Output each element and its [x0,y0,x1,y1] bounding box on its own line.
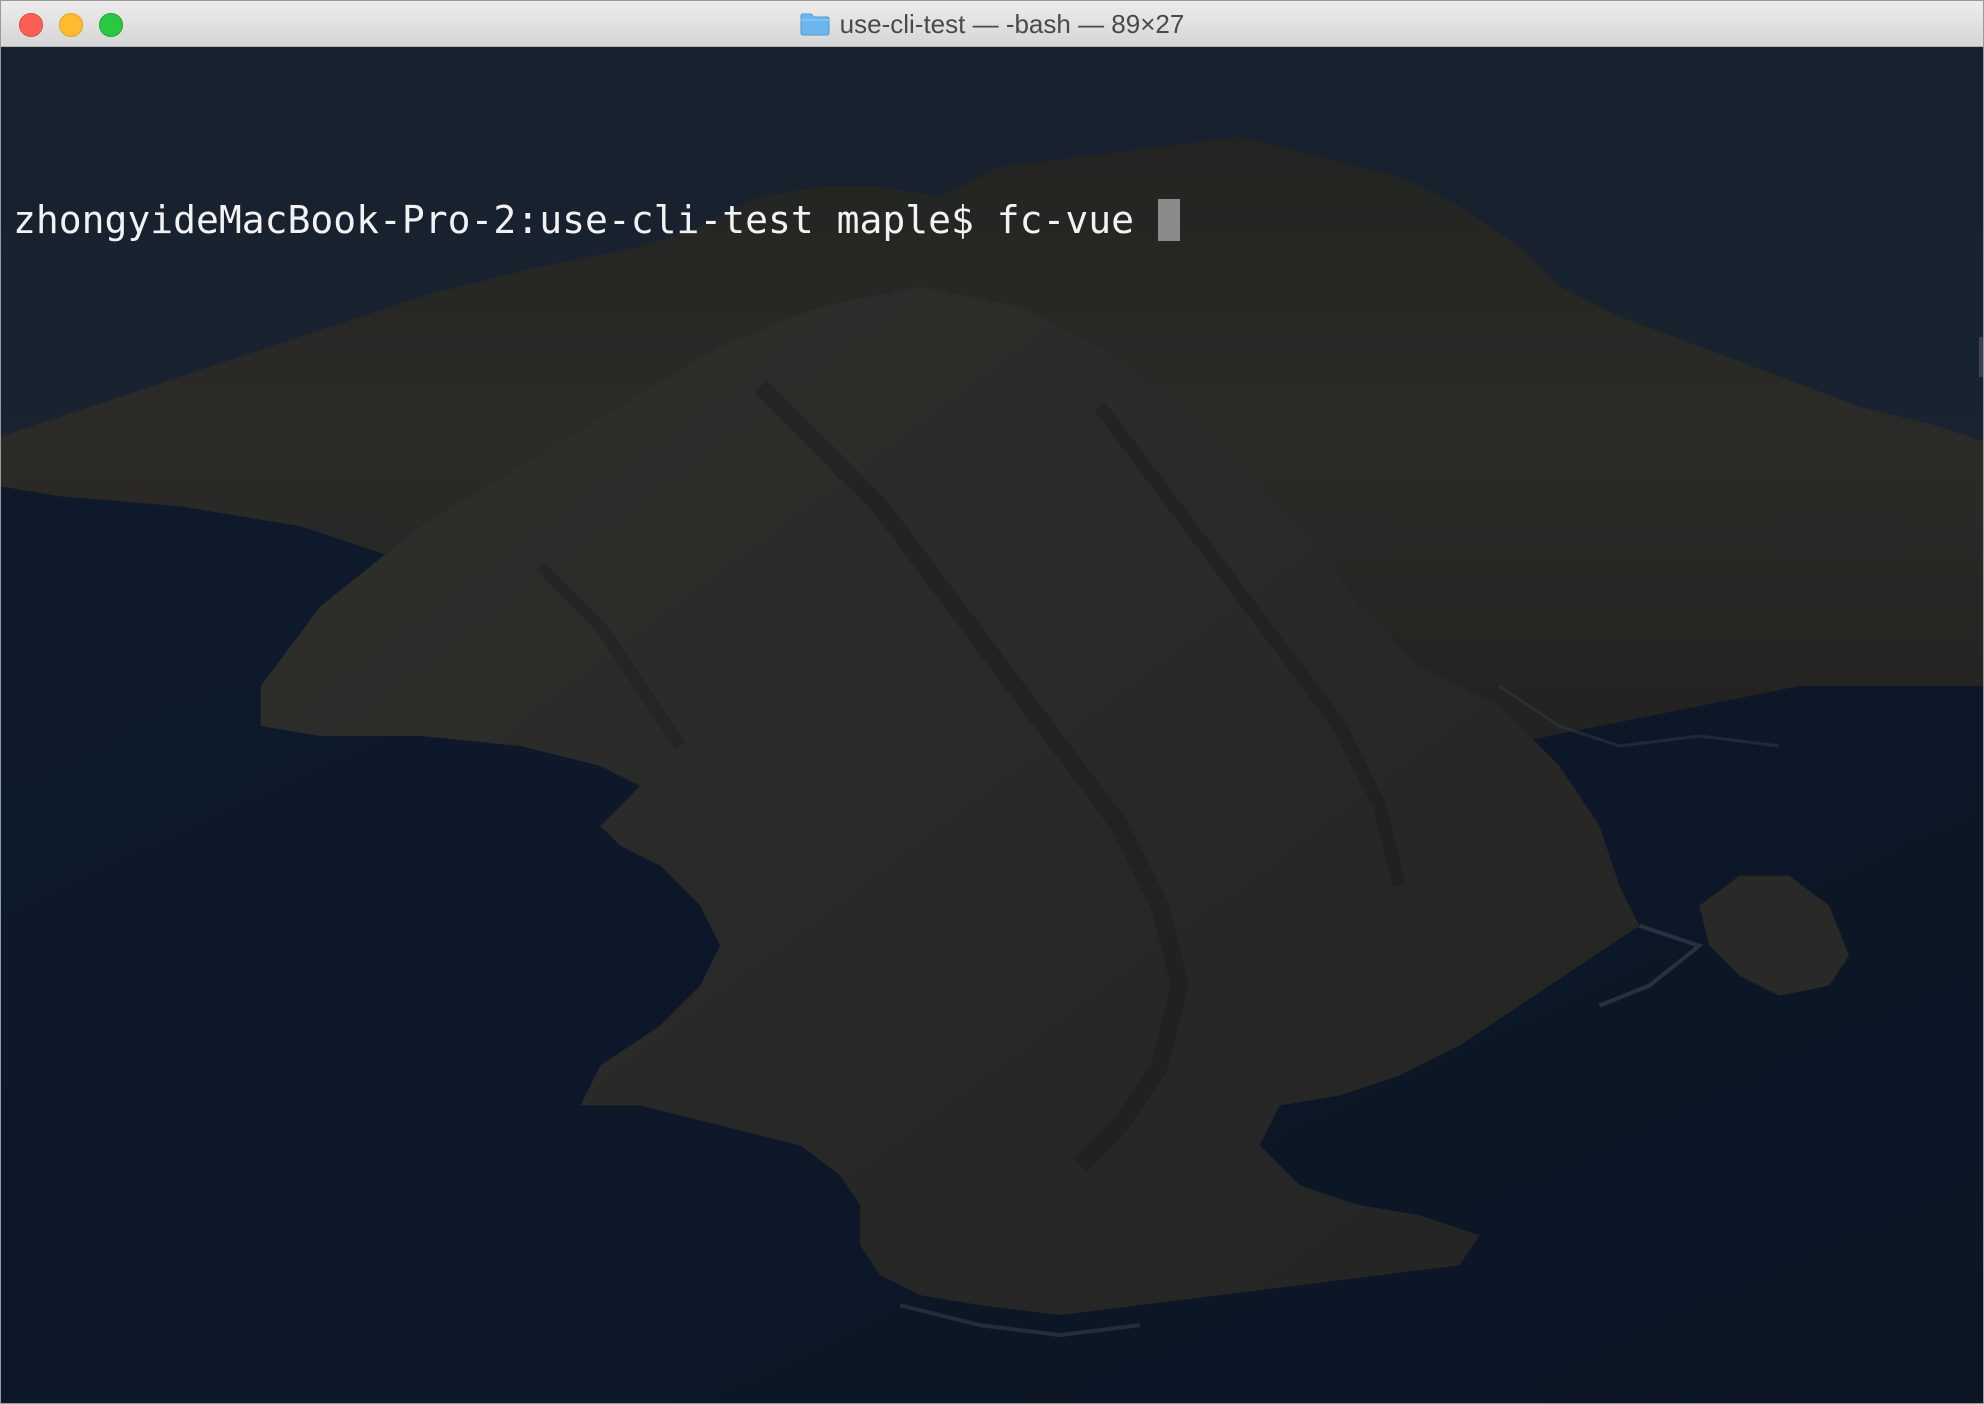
folder-icon [800,13,830,36]
terminal-area[interactable]: zhongyideMacBook-Pro-2:use-cli-test mapl… [1,47,1983,1403]
terminal-prompt: zhongyideMacBook-Pro-2:use-cli-test mapl… [13,198,997,242]
scrollbar-indicator[interactable] [1979,337,1983,377]
title-bar[interactable]: use-cli-test — -bash — 89×27 [1,1,1983,47]
terminal-command: fc-vue [996,198,1135,242]
window-title-group: use-cli-test — -bash — 89×27 [1,1,1983,47]
wallpaper-image [1,47,1983,1403]
terminal-window: use-cli-test — -bash — 89×27 zhongyideMa… [0,0,1984,1404]
text-cursor [1158,199,1181,241]
window-title: use-cli-test — -bash — 89×27 [839,8,1185,39]
terminal-line: zhongyideMacBook-Pro-2:use-cli-test mapl… [13,197,1181,243]
